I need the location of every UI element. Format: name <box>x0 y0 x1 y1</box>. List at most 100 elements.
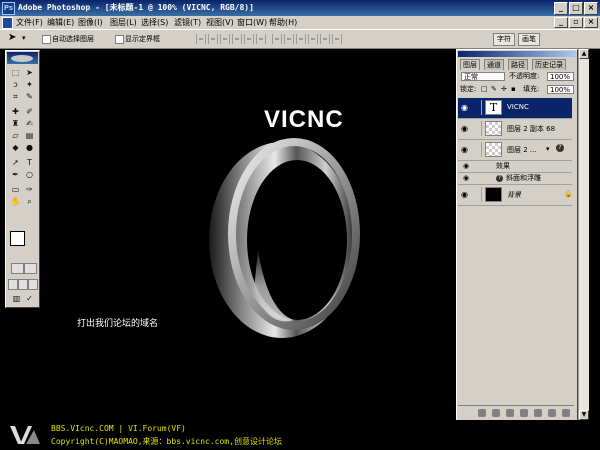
visibility-eye-icon[interactable]: ◉ <box>460 124 469 133</box>
tab-layers[interactable]: 图层 <box>460 59 480 70</box>
distribute-vcenter-icon[interactable] <box>284 34 294 44</box>
notes-tool-icon[interactable]: ▭ <box>9 184 22 195</box>
distribute-right-icon[interactable] <box>332 34 342 44</box>
maximize-button[interactable]: □ <box>569 2 583 15</box>
history-brush-tool-icon[interactable]: ✍ <box>23 118 36 129</box>
move-tool-icon[interactable]: ➤ <box>23 67 36 78</box>
slice-tool-icon[interactable]: ✎ <box>23 91 36 102</box>
screen-mode-full-button[interactable] <box>28 279 38 290</box>
magic-wand-tool-icon[interactable]: ✦ <box>23 79 36 90</box>
pen-tool-icon[interactable]: ✒ <box>9 169 22 180</box>
photoshop-app-icon[interactable]: Ps <box>2 2 15 15</box>
menu-view[interactable]: 视图(V) <box>206 17 234 28</box>
menu-filter[interactable]: 滤镜(T) <box>174 17 201 28</box>
quick-mask-mode-button[interactable] <box>24 263 37 274</box>
foreground-color-swatch[interactable] <box>10 231 25 246</box>
add-mask-icon[interactable] <box>506 409 514 417</box>
fill-input[interactable]: 100% <box>547 85 574 94</box>
menu-help[interactable]: 帮助(H) <box>269 17 297 28</box>
document-icon[interactable] <box>2 17 13 29</box>
doc-close-button[interactable]: × <box>584 17 598 28</box>
lock-paint-icon[interactable]: ✎ <box>491 84 497 94</box>
effects-eye-icon[interactable]: ◉ <box>463 161 469 172</box>
align-hcenter-icon[interactable] <box>244 34 254 44</box>
eyedropper-tool-icon[interactable]: ✑ <box>23 184 36 195</box>
standard-mode-button[interactable] <box>11 263 24 274</box>
screen-mode-full-menu-button[interactable] <box>18 279 28 290</box>
link-slot[interactable] <box>472 121 482 136</box>
lock-position-icon[interactable]: ✛ <box>501 84 507 94</box>
link-layers-icon[interactable] <box>478 409 486 417</box>
tab-paths[interactable]: 路径 <box>508 59 528 70</box>
new-layer-icon[interactable] <box>548 409 556 417</box>
type-tool-icon[interactable]: T <box>23 157 36 168</box>
minimize-button[interactable]: _ <box>554 2 568 15</box>
visibility-eye-icon[interactable]: ◉ <box>460 103 469 112</box>
visibility-eye-icon[interactable]: ◉ <box>460 190 469 199</box>
eraser-tool-icon[interactable]: ▱ <box>9 130 22 141</box>
link-slot[interactable] <box>472 187 482 202</box>
distribute-hcenter-icon[interactable] <box>320 34 330 44</box>
zoom-tool-icon[interactable]: ⌕ <box>23 196 36 207</box>
scroll-down-arrow-icon[interactable]: ▼ <box>579 410 589 420</box>
vertical-scrollbar[interactable]: ▲ ▼ <box>578 49 589 420</box>
path-selection-tool-icon[interactable]: ➚ <box>9 157 22 168</box>
layer-row-background[interactable]: ◉ 背景 🔒 <box>458 185 573 206</box>
distribute-left-icon[interactable] <box>308 34 318 44</box>
align-left-icon[interactable] <box>232 34 242 44</box>
layer-row-copy[interactable]: ◉ 图层 2 副本 68 <box>458 119 572 140</box>
close-button[interactable]: × <box>584 2 598 15</box>
effects-row[interactable]: ◉ 效果 <box>458 161 572 173</box>
align-bottom-icon[interactable] <box>220 34 230 44</box>
scroll-up-arrow-icon[interactable]: ▲ <box>579 49 589 59</box>
jump-to-imageready-icon[interactable]: ✓ <box>23 293 36 304</box>
auto-select-layer-checkbox[interactable] <box>42 35 51 44</box>
visibility-eye-icon[interactable]: ◉ <box>460 145 469 154</box>
healing-brush-tool-icon[interactable]: ✚ <box>9 106 22 117</box>
menu-file[interactable]: 文件(F) <box>16 17 43 28</box>
clone-stamp-tool-icon[interactable]: ♜ <box>9 118 22 129</box>
distribute-top-icon[interactable] <box>272 34 282 44</box>
menu-select[interactable]: 选择(S) <box>141 17 168 28</box>
delete-layer-icon[interactable] <box>562 409 570 417</box>
link-slot[interactable] <box>472 142 482 157</box>
menu-window[interactable]: 窗口(W) <box>237 17 267 28</box>
menu-image[interactable]: 图像(I) <box>78 17 103 28</box>
align-vcenter-icon[interactable] <box>208 34 218 44</box>
effect-eye-icon[interactable]: ◉ <box>463 173 469 184</box>
lock-all-icon[interactable]: ▪ <box>511 84 516 94</box>
tab-character[interactable]: 字符 <box>493 33 515 46</box>
new-set-icon[interactable] <box>520 409 528 417</box>
tab-brushes[interactable]: 画笔 <box>518 33 540 46</box>
expand-effects-icon[interactable]: ▾ <box>546 145 550 153</box>
brush-edit-icon[interactable] <box>472 100 482 115</box>
adjustment-layer-icon[interactable] <box>534 409 542 417</box>
effect-bevel-emboss-row[interactable]: ◉ ? 斜面和浮雕 <box>458 173 572 185</box>
tool-palette-header[interactable] <box>7 52 38 64</box>
menu-edit[interactable]: 编辑(E) <box>47 17 74 28</box>
marquee-tool-icon[interactable]: ⬚ <box>9 67 22 78</box>
align-top-icon[interactable] <box>196 34 206 44</box>
tab-channels[interactable]: 通道 <box>484 59 504 70</box>
layer-row-layer2[interactable]: ◉ 图层 2 ... ▾ ? <box>458 140 572 161</box>
blend-mode-select[interactable]: 正常 <box>461 72 505 81</box>
blur-tool-icon[interactable]: ◆ <box>9 142 22 153</box>
brush-tool-icon[interactable]: ✐ <box>23 106 36 117</box>
opacity-input[interactable]: 100% <box>547 72 574 81</box>
layer-row-vicnc[interactable]: ◉ T VICNC <box>458 98 572 119</box>
dodge-tool-icon[interactable]: ● <box>23 142 36 153</box>
doc-minimize-button[interactable]: _ <box>554 17 568 28</box>
hand-tool-icon[interactable]: ✋ <box>9 196 22 207</box>
lock-transparency-icon[interactable]: □ <box>481 84 488 94</box>
imageready-icon[interactable]: ▥ <box>10 293 23 304</box>
crop-tool-icon[interactable]: ⌗ <box>9 91 22 102</box>
layers-panel-titlebar[interactable] <box>458 51 576 57</box>
gradient-tool-icon[interactable]: ▤ <box>23 130 36 141</box>
show-bounding-box-checkbox[interactable] <box>115 35 124 44</box>
add-style-icon[interactable] <box>492 409 500 417</box>
doc-restore-button[interactable]: ▫ <box>569 17 583 28</box>
shape-tool-icon[interactable]: ○ <box>23 169 36 180</box>
tab-history[interactable]: 历史记录 <box>532 59 566 70</box>
align-right-icon[interactable] <box>256 34 266 44</box>
screen-mode-standard-button[interactable] <box>8 279 18 290</box>
